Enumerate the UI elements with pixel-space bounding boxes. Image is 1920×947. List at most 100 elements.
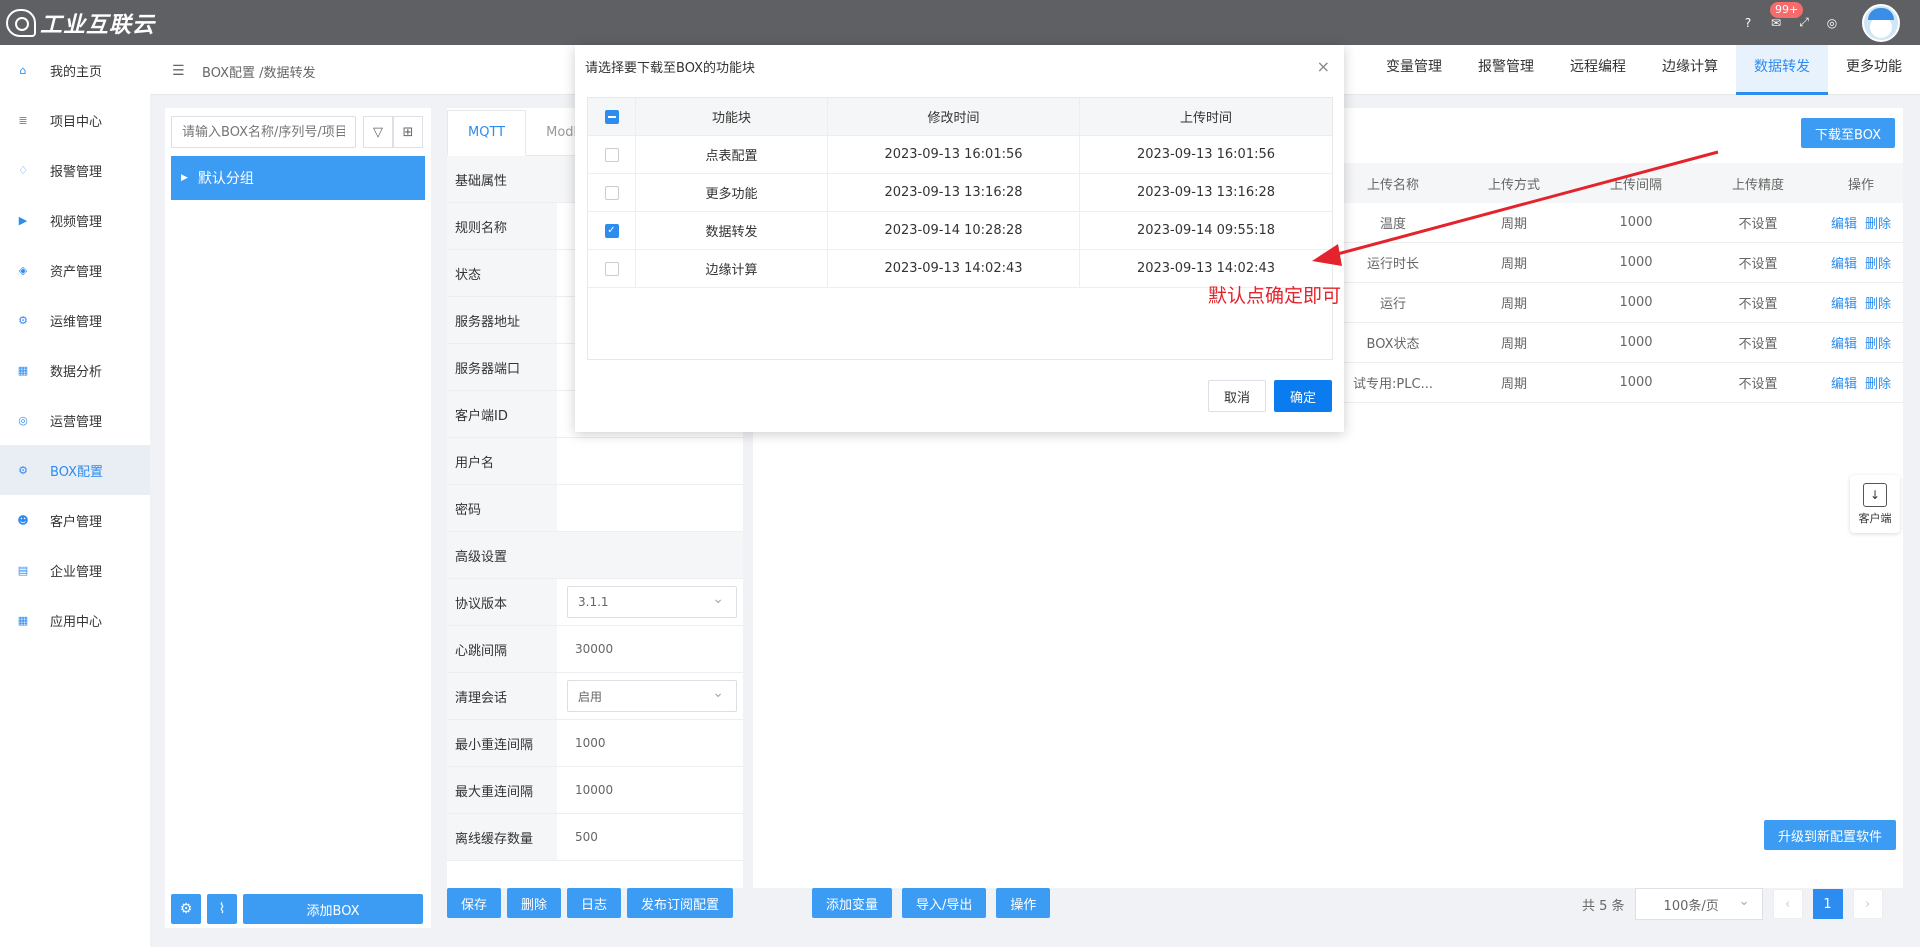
sidebar-item-2[interactable]: ≣ 项目中心: [0, 95, 150, 145]
globe-icon[interactable]: ◎: [1824, 15, 1840, 31]
form-label: 客户端ID: [447, 391, 557, 437]
settings-button[interactable]: ⚙: [171, 894, 201, 924]
sidebar-item-4[interactable]: ▶ 视频管理: [0, 195, 150, 245]
wifi-off-button[interactable]: ⌇: [207, 894, 237, 924]
modal-row[interactable]: ✓ 数据转发 2023-09-14 10:28:28 2023-09-14 09:55…: [588, 212, 1332, 250]
row-checkbox[interactable]: [604, 185, 619, 200]
form-button-4[interactable]: 发布订阅配置: [627, 888, 734, 918]
asset-icon: ◈: [18, 263, 28, 277]
sidebar-item-label: 客户管理: [50, 514, 103, 530]
sidebar-item-7[interactable]: ▦ 数据分析: [0, 345, 150, 395]
sidebar-item-8[interactable]: ◎ 运营管理: [0, 395, 150, 445]
edit-link[interactable]: 编辑: [1831, 217, 1857, 232]
menu-toggle-icon[interactable]: ☰: [172, 63, 185, 79]
form-input-value[interactable]: 1000: [575, 736, 606, 750]
logo[interactable]: 工业互联云: [6, 7, 155, 39]
module-tab-5[interactable]: 数据转发: [1736, 45, 1828, 95]
main-button-1[interactable]: 添加变量: [812, 888, 893, 918]
delete-link[interactable]: 删除: [1865, 217, 1891, 232]
cancel-button[interactable]: 取消: [1208, 380, 1266, 412]
sidebar-item-5[interactable]: ◈ 资产管理: [0, 245, 150, 295]
col-function-block: 功能块: [636, 98, 828, 135]
sidebar-item-12[interactable]: ▦ 应用中心: [0, 595, 150, 645]
tree-node-default-group[interactable]: ▶ 默认分组: [171, 156, 425, 200]
analysis-icon: ▦: [17, 363, 29, 377]
form-select[interactable]: 启用: [567, 680, 737, 712]
confirm-button[interactable]: 确定: [1274, 380, 1332, 412]
module-tab-2[interactable]: 报警管理: [1460, 45, 1552, 95]
tab-mqtt[interactable]: MQTT: [447, 110, 527, 156]
project-icon: ≣: [18, 113, 28, 127]
mail-icon[interactable]: ✉ 99+: [1768, 1, 1804, 31]
row-checkbox[interactable]: [604, 147, 619, 162]
add-folder-icon[interactable]: ⊞: [393, 116, 423, 148]
row-actions: 编辑 删除: [1819, 333, 1903, 352]
edit-link[interactable]: 编辑: [1831, 297, 1857, 312]
upgrade-config-button[interactable]: 升级到新配置软件: [1764, 820, 1897, 850]
table-cell: 运行时长: [1366, 257, 1419, 272]
uploaded-time: 2023-09-13 16:01:56: [1136, 147, 1276, 162]
row-checkbox[interactable]: ✓: [604, 223, 619, 238]
sidebar-item-3[interactable]: ♢ 报警管理: [0, 145, 150, 195]
table-cell: 试专用:PLC...: [1353, 377, 1433, 392]
next-page-icon[interactable]: ›: [1852, 889, 1883, 919]
function-block-name: 数据转发: [636, 212, 828, 249]
apps-icon: ▦: [17, 613, 29, 627]
modal-row[interactable]: 点表配置 2023-09-13 16:01:56 2023-09-13 16:01:…: [588, 136, 1332, 174]
add-box-button[interactable]: 添加BOX: [243, 894, 423, 924]
edit-link[interactable]: 编辑: [1831, 377, 1857, 392]
form-row: 最大重连间隔 10000: [447, 767, 743, 814]
fullscreen-icon[interactable]: ⤢: [1796, 15, 1812, 31]
module-tab-4[interactable]: 边缘计算: [1644, 45, 1736, 95]
form-input-value[interactable]: 10000: [575, 783, 613, 797]
row-actions: 编辑 删除: [1819, 293, 1903, 312]
filter-icon[interactable]: ▽: [363, 116, 393, 148]
table-cell: 周期: [1500, 337, 1527, 352]
download-to-box-button[interactable]: 下载至BOX: [1801, 118, 1895, 148]
sidebar-item-11[interactable]: ▤ 企业管理: [0, 545, 150, 595]
main-button-2[interactable]: 导入/导出: [902, 888, 987, 918]
page-size-select[interactable]: 100条/页: [1634, 888, 1763, 920]
table-cell: 1000: [1619, 295, 1653, 310]
delete-link[interactable]: 删除: [1865, 297, 1891, 312]
edit-link[interactable]: 编辑: [1831, 337, 1857, 352]
column-header: 上传精度: [1731, 177, 1784, 193]
module-tabs: 置 变量管理报警管理远程编程边缘计算数据转发更多功能: [1326, 45, 1920, 95]
prev-page-icon[interactable]: ‹: [1772, 889, 1803, 919]
module-tab-3[interactable]: 远程编程: [1552, 45, 1644, 95]
form-button-1[interactable]: 保存: [447, 888, 502, 918]
table-cell: 1000: [1619, 375, 1653, 390]
help-icon[interactable]: ?: [1740, 15, 1756, 31]
sidebar-item-label: 报警管理: [50, 164, 103, 180]
sidebar-item-label: 运营管理: [50, 414, 103, 430]
sidebar-item-label: 应用中心: [50, 614, 103, 630]
form-select[interactable]: 3.1.1: [567, 586, 737, 618]
form-button-3[interactable]: 日志: [567, 888, 622, 918]
delete-link[interactable]: 删除: [1865, 377, 1891, 392]
row-checkbox[interactable]: [604, 261, 619, 276]
modified-time: 2023-09-13 16:01:56: [828, 136, 1080, 173]
form-input-value[interactable]: 30000: [575, 642, 613, 656]
sidebar-item-1[interactable]: ⌂ 我的主页: [0, 45, 150, 95]
delete-link[interactable]: 删除: [1865, 337, 1891, 352]
sidebar-item-9[interactable]: ⚙ BOX配置: [0, 445, 150, 495]
avatar[interactable]: [1862, 3, 1900, 42]
module-tab-6[interactable]: 更多功能: [1828, 45, 1920, 95]
client-download-float[interactable]: ↓ 客户端: [1850, 475, 1900, 533]
select-all-checkbox[interactable]: [604, 109, 619, 124]
row-actions: 编辑 删除: [1819, 373, 1903, 392]
function-block-name: 更多功能: [636, 174, 828, 211]
edit-link[interactable]: 编辑: [1831, 257, 1857, 272]
main-button-3[interactable]: 操作: [996, 888, 1051, 918]
close-icon[interactable]: ×: [1317, 57, 1330, 76]
box-search-input[interactable]: [171, 116, 356, 148]
form-button-2[interactable]: 删除: [507, 888, 562, 918]
modal-row[interactable]: 更多功能 2023-09-13 13:16:28 2023-09-13 13:16:…: [588, 174, 1332, 212]
form-input-value[interactable]: 500: [575, 830, 598, 844]
delete-link[interactable]: 删除: [1865, 257, 1891, 272]
sidebar-item-10[interactable]: ☻ 客户管理: [0, 495, 150, 545]
box-tree-panel: ▽ ⊞ ▶ 默认分组 ⚙ ⌇ 添加BOX: [165, 108, 431, 928]
module-tab-1[interactable]: 变量管理: [1368, 45, 1460, 95]
page-number[interactable]: 1: [1812, 889, 1843, 919]
sidebar-item-6[interactable]: ⚙ 运维管理: [0, 295, 150, 345]
